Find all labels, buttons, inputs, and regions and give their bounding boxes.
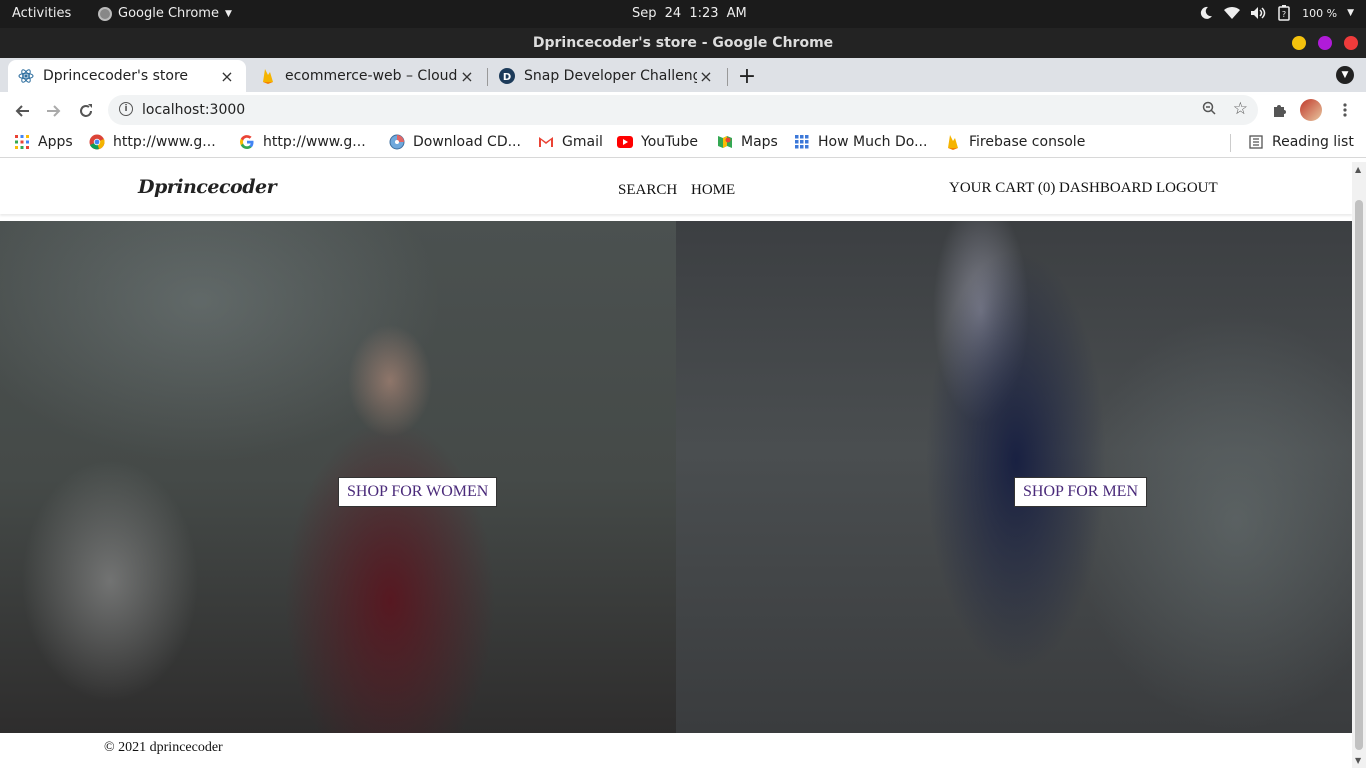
web-page: Dprincecoder SEARCH HOME YOUR CART (0) D…	[0, 162, 1352, 768]
nav-home-link[interactable]: HOME	[691, 182, 735, 199]
chrome-icon	[98, 6, 112, 21]
battery-percent: 100 %	[1302, 6, 1338, 20]
nav-logout-link[interactable]: LOGOUT	[1156, 180, 1218, 197]
bookmark-download-cd[interactable]: Download CD...	[389, 134, 521, 150]
browser-toolbar: i ☆	[0, 92, 1366, 128]
scroll-down-icon[interactable]: ▼	[1355, 756, 1361, 765]
close-window-button[interactable]	[1344, 36, 1358, 50]
app-menu-label: Google Chrome	[118, 6, 219, 21]
back-arrow-icon[interactable]	[10, 99, 34, 123]
site-navbar: Dprincecoder SEARCH HOME YOUR CART (0) D…	[0, 162, 1352, 214]
volume-icon	[1250, 5, 1266, 21]
power-menu-icon: ▼	[1347, 8, 1354, 18]
google-g-icon	[239, 134, 255, 150]
svg-text:?: ?	[1282, 10, 1286, 19]
new-tab-button[interactable]: +	[734, 63, 760, 89]
bookmark-label: Firebase console	[969, 134, 1086, 150]
reading-list-label: Reading list	[1272, 134, 1354, 150]
shop-for-women-button[interactable]: SHOP FOR WOMEN	[338, 477, 498, 507]
men-hero-image[interactable]: SHOP FOR MEN	[676, 221, 1352, 733]
maximize-button[interactable]	[1318, 36, 1332, 50]
tab-search-icon[interactable]: ▼	[1336, 66, 1354, 84]
tab-close-icon[interactable]: ×	[697, 67, 715, 86]
svg-text:D: D	[503, 72, 511, 83]
battery-icon: ?	[1276, 5, 1292, 21]
firebase-favicon-icon	[260, 68, 276, 84]
firebase-icon	[945, 134, 961, 150]
maps-icon	[717, 134, 733, 150]
forward-arrow-icon[interactable]	[42, 99, 66, 123]
wifi-icon	[1224, 5, 1241, 21]
tab-close-icon[interactable]: ×	[458, 67, 476, 86]
reading-list-button[interactable]: Reading list	[1248, 134, 1354, 150]
bookmark-how-much[interactable]: How Much Do...	[794, 134, 927, 150]
chrome-menu-icon[interactable]	[1334, 99, 1356, 121]
activities-button[interactable]: Activities	[12, 6, 71, 21]
tab-close-icon[interactable]: ×	[218, 67, 236, 86]
site-logo[interactable]: Dprincecoder	[138, 176, 277, 198]
nav-search-link[interactable]: SEARCH	[618, 182, 677, 199]
tab-title: Snap Developer Challenge	[524, 68, 697, 84]
bookmark-firebase-console[interactable]: Firebase console	[945, 134, 1085, 150]
bookmark-youtube[interactable]: YouTube	[617, 134, 698, 150]
tab-snap-developer-challenge[interactable]: D Snap Developer Challenge ×	[489, 60, 725, 92]
address-bar[interactable]: i ☆	[108, 95, 1258, 125]
bookmark-label: Maps	[741, 134, 778, 150]
window-title-bar: Dprincecoder's store - Google Chrome	[0, 28, 1366, 58]
apps-grid-icon	[14, 134, 30, 150]
caret-down-icon: ▼	[224, 8, 232, 19]
footer-copyright: © 2021 dprincecoder	[104, 740, 223, 755]
grid-icon	[794, 134, 810, 150]
bookmark-label: Gmail	[562, 134, 603, 150]
clock[interactable]: Sep 24 1:23 AM	[632, 6, 747, 21]
scrollbar-thumb[interactable]	[1355, 200, 1363, 750]
bookmark-label: Apps	[38, 134, 73, 150]
system-top-bar: Activities Google Chrome ▼ Sep 24 1:23 A…	[0, 0, 1366, 28]
tab-title: ecommerce-web – Cloud Firestore	[285, 68, 458, 84]
bookmark-label: http://www.g...	[263, 134, 366, 150]
tab-title: Dprincecoder's store	[43, 68, 189, 84]
scroll-up-icon[interactable]: ▲	[1355, 165, 1361, 174]
chrome-icon	[89, 134, 105, 150]
system-tray[interactable]: ? 100 % ▼	[1198, 5, 1354, 21]
bookmark-maps[interactable]: Maps	[717, 134, 778, 150]
minimize-button[interactable]	[1292, 36, 1306, 50]
bookmark-http-1[interactable]: http://www.g...	[89, 134, 216, 150]
tab-dprincecoder-store[interactable]: Dprincecoder's store ×	[8, 60, 246, 92]
nav-dashboard-link[interactable]: DASHBOARD	[1059, 180, 1152, 197]
bookmark-http-2[interactable]: http://www.g...	[239, 134, 366, 150]
night-light-icon	[1198, 5, 1214, 21]
gmail-icon	[538, 134, 554, 150]
nav-cart-link[interactable]: YOUR CART (0)	[949, 180, 1055, 197]
bookmark-star-icon[interactable]: ☆	[1233, 99, 1248, 119]
reading-list-icon	[1248, 134, 1264, 150]
women-hero-image[interactable]: SHOP FOR WOMEN	[0, 221, 676, 733]
bookmark-gmail[interactable]: Gmail	[538, 134, 603, 150]
app-menu[interactable]: Google Chrome ▼	[98, 6, 232, 21]
zoom-icon[interactable]	[1202, 101, 1216, 119]
window-title: Dprincecoder's store - Google Chrome	[532, 35, 834, 51]
bookmarks-bar: Apps http://www.g... http://www.g... Dow…	[0, 128, 1366, 158]
page-scrollbar[interactable]: ▲ ▼	[1352, 162, 1366, 768]
bookmark-label: YouTube	[641, 134, 698, 150]
profile-avatar[interactable]	[1300, 99, 1322, 121]
bookmark-label: Download CD...	[413, 134, 521, 150]
clock-date: Sep 24	[632, 6, 682, 21]
clock-time: 1:23 AM	[689, 6, 747, 21]
youtube-icon	[617, 134, 633, 150]
tab-strip: Dprincecoder's store × ecommerce-web – C…	[0, 58, 1366, 92]
cd-icon	[389, 134, 405, 150]
bookmark-label: http://www.g...	[113, 134, 216, 150]
react-favicon-icon	[18, 68, 34, 84]
extensions-puzzle-icon[interactable]	[1269, 99, 1291, 121]
url-input[interactable]	[142, 99, 1042, 121]
tab-ecommerce-web[interactable]: ecommerce-web – Cloud Firestore ×	[250, 60, 486, 92]
reload-icon[interactable]	[74, 99, 98, 123]
shop-for-men-button[interactable]: SHOP FOR MEN	[1014, 477, 1147, 507]
d-favicon-icon: D	[499, 68, 515, 84]
bookmark-label: How Much Do...	[818, 134, 928, 150]
bookmark-apps[interactable]: Apps	[14, 134, 73, 150]
site-info-icon[interactable]: i	[119, 102, 133, 116]
